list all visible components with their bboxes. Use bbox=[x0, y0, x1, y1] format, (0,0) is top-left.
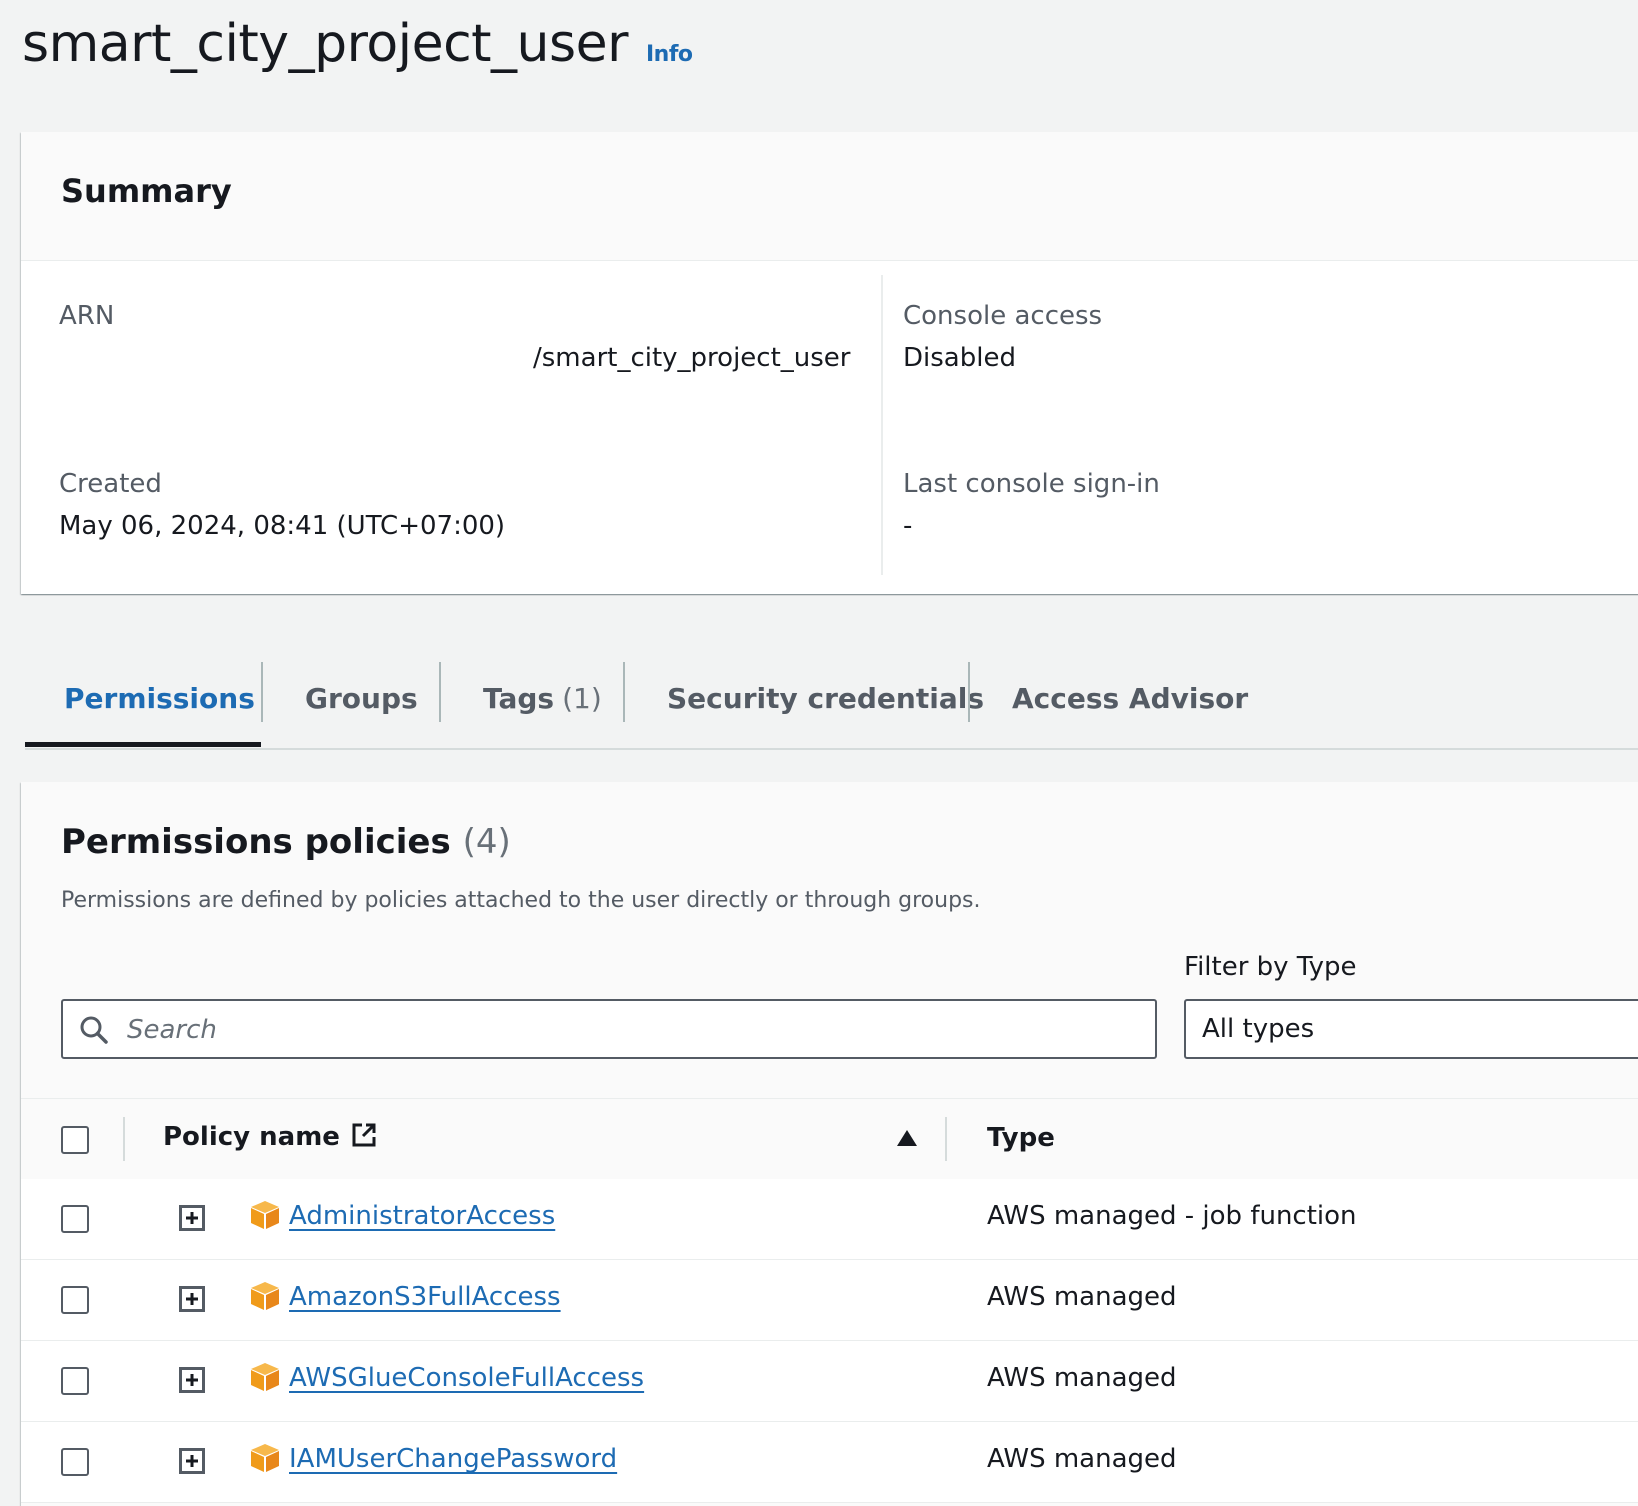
section-title: Permissions policies bbox=[61, 822, 451, 862]
active-tab-indicator bbox=[25, 742, 261, 747]
sort-ascending-icon[interactable] bbox=[896, 1129, 918, 1147]
tab-separator bbox=[968, 662, 970, 722]
column-label: Policy name bbox=[163, 1122, 340, 1152]
expand-icon[interactable] bbox=[179, 1367, 205, 1393]
aws-managed-policy-icon bbox=[251, 1282, 279, 1310]
policy-type: AWS managed bbox=[987, 1444, 1177, 1474]
tab-groups[interactable]: Groups bbox=[305, 648, 418, 748]
tab-separator bbox=[261, 662, 263, 722]
row-checkbox[interactable] bbox=[61, 1286, 89, 1314]
tab-separator bbox=[623, 662, 625, 722]
policies-table-body: AdministratorAccess AWS managed - job fu… bbox=[21, 1179, 1638, 1503]
filter-by-type-label: Filter by Type bbox=[1184, 952, 1357, 982]
section-description: Permissions are defined by policies atta… bbox=[61, 888, 981, 913]
column-header-policy-name[interactable]: Policy name bbox=[163, 1121, 378, 1152]
table-row: IAMUserChangePassword AWS managed bbox=[21, 1422, 1638, 1503]
policy-count: (4) bbox=[462, 822, 511, 862]
policy-type: AWS managed - job function bbox=[987, 1201, 1357, 1231]
permissions-policies-card: Permissions policies (4) Permissions are… bbox=[21, 782, 1638, 1506]
search-icon bbox=[80, 1016, 108, 1044]
console-access-value: Disabled bbox=[903, 343, 1016, 373]
table-row: AdministratorAccess AWS managed - job fu… bbox=[21, 1179, 1638, 1260]
created-value: May 06, 2024, 08:41 (UTC+07:00) bbox=[59, 511, 506, 541]
tab-label: Groups bbox=[305, 681, 418, 715]
tab-label: Tags bbox=[483, 681, 555, 715]
column-separator bbox=[945, 1117, 947, 1161]
row-checkbox[interactable] bbox=[61, 1205, 89, 1233]
filter-type-select[interactable]: All types bbox=[1184, 999, 1638, 1059]
column-divider bbox=[881, 275, 883, 575]
tab-label: Permissions bbox=[64, 681, 255, 715]
tab-label: Access Advisor bbox=[1012, 681, 1249, 715]
user-name-heading: smart_city_project_user bbox=[22, 14, 628, 74]
summary-card: Summary ARN /smart_city_project_user Cre… bbox=[21, 132, 1638, 594]
policy-type: AWS managed bbox=[987, 1282, 1177, 1312]
policy-type: AWS managed bbox=[987, 1363, 1177, 1393]
table-row: AmazonS3FullAccess AWS managed bbox=[21, 1260, 1638, 1341]
arn-value: /smart_city_project_user bbox=[533, 343, 851, 373]
row-checkbox[interactable] bbox=[61, 1367, 89, 1395]
policy-link[interactable]: AmazonS3FullAccess bbox=[289, 1282, 561, 1312]
last-signin-value: - bbox=[903, 511, 913, 541]
tab-separator bbox=[439, 662, 441, 722]
row-checkbox[interactable] bbox=[61, 1448, 89, 1476]
table-header: Policy name Type bbox=[21, 1098, 1638, 1180]
search-input[interactable] bbox=[125, 1009, 1129, 1051]
arn-label: ARN bbox=[59, 301, 115, 331]
tab-permissions[interactable]: Permissions bbox=[64, 648, 255, 748]
column-header-type[interactable]: Type bbox=[987, 1123, 1055, 1153]
table-row: AWSGlueConsoleFullAccess AWS managed bbox=[21, 1341, 1638, 1422]
tab-count: (1) bbox=[562, 681, 602, 715]
page-title: smart_city_project_user Info bbox=[22, 14, 693, 74]
aws-managed-policy-icon bbox=[251, 1363, 279, 1391]
console-access-label: Console access bbox=[903, 301, 1103, 331]
tab-tags[interactable]: Tags (1) bbox=[483, 648, 602, 748]
created-label: Created bbox=[59, 469, 162, 499]
summary-header: Summary bbox=[21, 132, 1638, 261]
last-signin-label: Last console sign-in bbox=[903, 469, 1160, 499]
tab-access-advisor[interactable]: Access Advisor bbox=[1012, 648, 1248, 748]
tab-bar: Permissions Groups Tags (1) Security cre… bbox=[25, 648, 1638, 750]
search-field[interactable] bbox=[61, 999, 1157, 1059]
tab-security-credentials[interactable]: Security credentials bbox=[667, 648, 984, 748]
select-all-checkbox[interactable] bbox=[61, 1126, 89, 1154]
aws-managed-policy-icon bbox=[251, 1444, 279, 1472]
aws-managed-policy-icon bbox=[251, 1201, 279, 1229]
filter-type-value: All types bbox=[1202, 1014, 1315, 1044]
expand-icon[interactable] bbox=[179, 1205, 205, 1231]
info-link[interactable]: Info bbox=[646, 42, 693, 67]
policy-link[interactable]: AWSGlueConsoleFullAccess bbox=[289, 1363, 644, 1393]
summary-title: Summary bbox=[61, 172, 232, 210]
tab-label: Security credentials bbox=[667, 681, 984, 715]
expand-icon[interactable] bbox=[179, 1286, 205, 1312]
summary-body: ARN /smart_city_project_user Created May… bbox=[21, 261, 1638, 595]
external-link-icon bbox=[352, 1123, 376, 1147]
expand-icon[interactable] bbox=[179, 1448, 205, 1474]
policy-link[interactable]: AdministratorAccess bbox=[289, 1201, 555, 1231]
column-separator bbox=[123, 1117, 125, 1161]
permissions-policies-title: Permissions policies (4) bbox=[61, 822, 511, 862]
policy-link[interactable]: IAMUserChangePassword bbox=[289, 1444, 617, 1474]
